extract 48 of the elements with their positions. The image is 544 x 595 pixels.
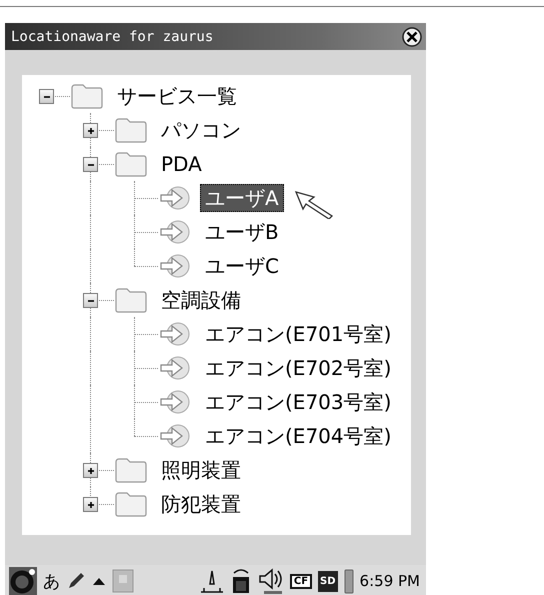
- arrow-globe-icon: [158, 388, 192, 416]
- arrow-globe-icon: [158, 354, 192, 382]
- stylus-icon[interactable]: [200, 568, 224, 594]
- input-mode[interactable]: あ: [43, 570, 60, 592]
- expand-toggle[interactable]: [83, 293, 98, 308]
- start-icon[interactable]: [9, 567, 37, 595]
- tree-item[interactable]: ユーザC: [200, 252, 284, 280]
- tree-item[interactable]: ユーザA: [200, 184, 284, 212]
- folder-icon: [114, 116, 148, 144]
- folder-icon: [114, 150, 148, 178]
- arrow-globe-icon: [158, 218, 192, 246]
- tree-item[interactable]: 空調設備: [156, 286, 246, 314]
- tree-item[interactable]: PDA: [156, 150, 207, 178]
- tree-item[interactable]: 防犯装置: [156, 490, 246, 518]
- tree-item[interactable]: ユーザB: [200, 218, 284, 246]
- tree-item[interactable]: パソコン: [156, 116, 246, 144]
- tree-item[interactable]: エアコン(E704号室): [200, 422, 396, 450]
- sd-card-status[interactable]: SD: [318, 570, 338, 592]
- clock[interactable]: 6:59 PM: [360, 572, 420, 590]
- tree-item[interactable]: エアコン(E703号室): [200, 388, 396, 416]
- expand-toggle[interactable]: [83, 497, 98, 512]
- cf-card-status[interactable]: CF: [290, 574, 312, 588]
- tree-item[interactable]: エアコン(E702号室): [200, 354, 396, 382]
- expand-toggle[interactable]: [83, 463, 98, 478]
- window-title: Locationaware for zaurus: [11, 28, 214, 44]
- battery-icon[interactable]: [344, 568, 354, 594]
- pointer-icon: [294, 189, 334, 219]
- expand-toggle[interactable]: [83, 123, 98, 138]
- tree-item[interactable]: エアコン(E701号室): [200, 320, 396, 348]
- close-icon[interactable]: [402, 26, 422, 46]
- pencil-icon[interactable]: [66, 571, 86, 591]
- folder-icon: [114, 490, 148, 518]
- expand-toggle[interactable]: [39, 89, 54, 104]
- expand-toggle[interactable]: [83, 157, 98, 172]
- speaker-icon[interactable]: [258, 567, 284, 595]
- arrow-globe-icon: [158, 252, 192, 280]
- tree-item[interactable]: 照明装置: [156, 456, 246, 484]
- arrow-globe-icon: [158, 422, 192, 450]
- up-arrow-icon[interactable]: [92, 576, 106, 586]
- arrow-globe-icon: [158, 184, 192, 212]
- folder-icon: [114, 456, 148, 484]
- plus-icon: [86, 126, 96, 136]
- arrow-globe-icon: [158, 320, 192, 348]
- plus-icon: [86, 466, 96, 476]
- folder-icon: [70, 82, 104, 110]
- plus-icon: [86, 500, 96, 510]
- tree-item[interactable]: サービス一覧: [112, 82, 242, 110]
- folder-icon: [114, 286, 148, 314]
